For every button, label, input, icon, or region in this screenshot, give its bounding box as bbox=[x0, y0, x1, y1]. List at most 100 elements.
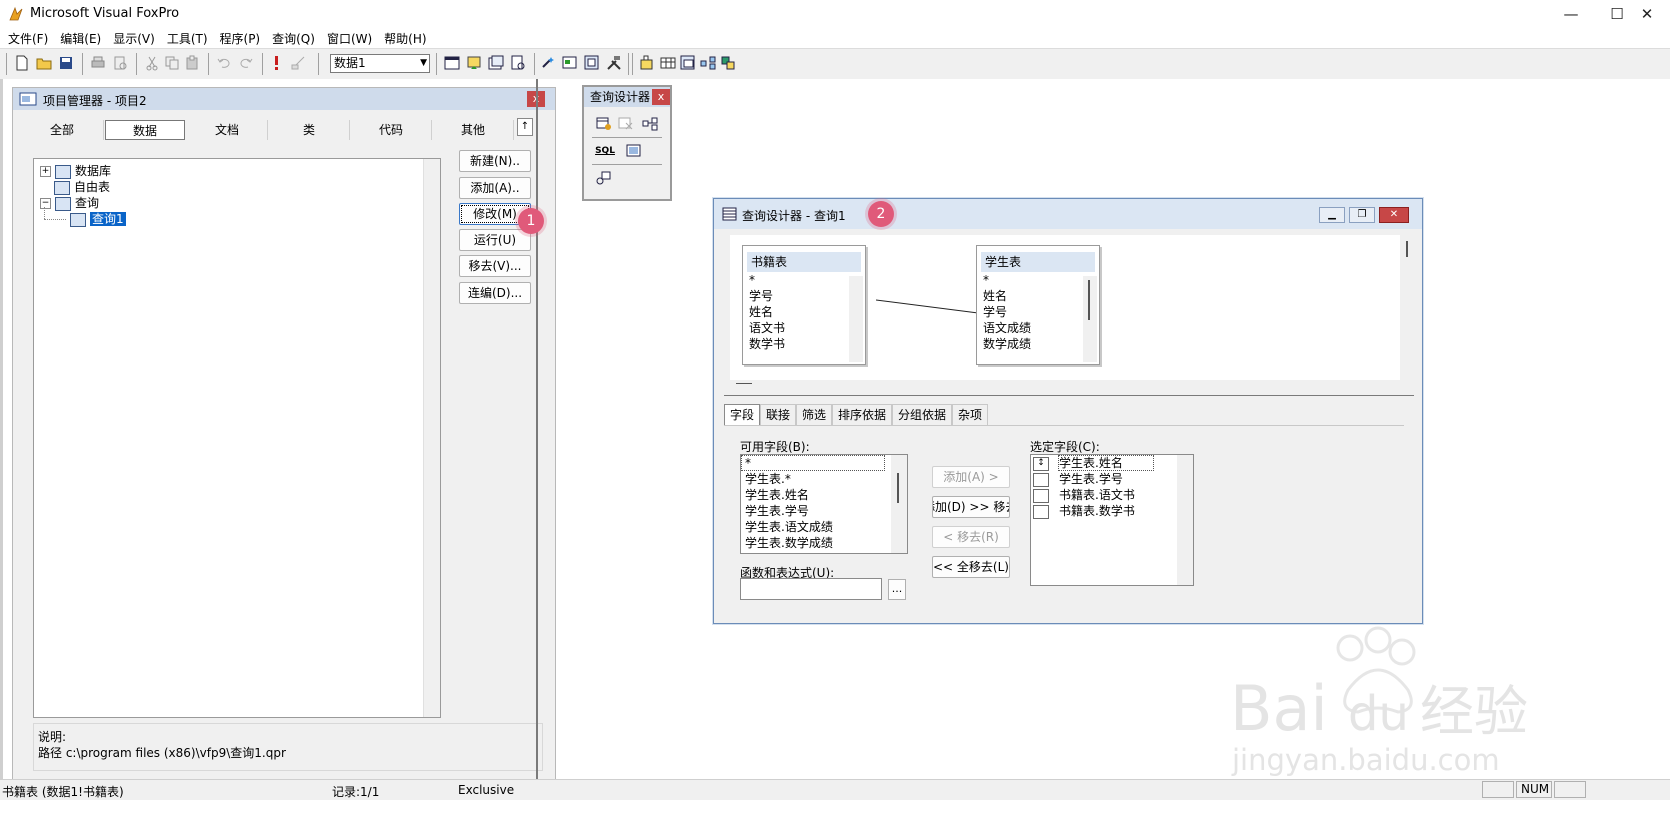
add-table-toolbar-icon[interactable] bbox=[640, 55, 656, 71]
run-icon[interactable] bbox=[268, 55, 284, 71]
expand-icon[interactable]: + bbox=[40, 166, 51, 177]
tab-other[interactable]: 其他 bbox=[433, 120, 514, 140]
tab-join[interactable]: 联接 bbox=[760, 404, 797, 425]
table-scrollbar[interactable] bbox=[1083, 276, 1097, 362]
print-icon[interactable] bbox=[90, 55, 106, 71]
remove-table-icon[interactable] bbox=[618, 117, 634, 131]
move-handle-icon[interactable]: ↕ bbox=[1033, 456, 1049, 471]
show-sql-icon[interactable]: SQL bbox=[594, 144, 616, 158]
list-scrollbar[interactable] bbox=[1177, 455, 1193, 585]
relations-icon[interactable] bbox=[700, 55, 716, 71]
toolbox-icon[interactable] bbox=[606, 55, 622, 71]
table-grid-icon[interactable] bbox=[660, 55, 676, 71]
remove-button[interactable]: 移去(V)... bbox=[459, 255, 531, 277]
command-window-icon[interactable] bbox=[444, 55, 460, 71]
undo-icon[interactable] bbox=[216, 55, 232, 71]
minimize-icon[interactable]: ▁ bbox=[1319, 207, 1345, 223]
expression-input[interactable] bbox=[740, 578, 882, 600]
tree-scrollbar[interactable] bbox=[423, 159, 440, 717]
list-item[interactable]: 学生表.学号 bbox=[741, 503, 907, 519]
close-icon[interactable]: ✕ bbox=[1624, 0, 1670, 28]
tab-code[interactable]: 代码 bbox=[351, 120, 432, 140]
tab-order-by[interactable]: 排序依据 bbox=[832, 404, 893, 425]
database-connect-icon[interactable] bbox=[720, 55, 736, 71]
menu-program[interactable]: 程序(P) bbox=[214, 28, 267, 49]
list-item[interactable]: * bbox=[741, 455, 885, 471]
selected-fields-list[interactable]: ↕ 学生表.姓名 学生表.学号 书籍表.语文书 书籍表.数学书 bbox=[1030, 454, 1194, 586]
table-box-books[interactable]: 书籍表 * 学号 姓名 语文书 数学书 bbox=[742, 245, 866, 365]
tab-data[interactable]: 数据 bbox=[105, 120, 185, 140]
table-header[interactable]: 学生表 bbox=[981, 252, 1095, 272]
menu-window[interactable]: 窗口(W) bbox=[321, 28, 378, 49]
properties-icon[interactable] bbox=[488, 55, 504, 71]
table-field[interactable]: 数学成绩 bbox=[977, 336, 1099, 352]
table-scrollbar[interactable] bbox=[849, 276, 863, 362]
remove-field-button[interactable]: < 移去(R) bbox=[932, 526, 1010, 548]
add-table-icon[interactable] bbox=[596, 117, 612, 131]
tree-item-queries[interactable]: − 查询 bbox=[40, 195, 99, 211]
list-item[interactable]: 书籍表.数学书 bbox=[1031, 503, 1193, 519]
collapse-arrow-icon[interactable]: ↑ bbox=[517, 118, 533, 136]
move-handle-icon[interactable] bbox=[1033, 488, 1049, 503]
splitter-handle[interactable] bbox=[736, 383, 752, 384]
form-wizard-icon[interactable] bbox=[540, 55, 556, 71]
code-window-icon[interactable] bbox=[510, 55, 526, 71]
close-icon[interactable]: ✕ bbox=[1379, 207, 1409, 223]
list-item[interactable]: ↕ 学生表.姓名 bbox=[1031, 455, 1193, 471]
query-destination-icon[interactable] bbox=[596, 171, 612, 185]
query-designer-titlebar[interactable]: 查询设计器 - 查询1 ▁ ❐ ✕ bbox=[714, 199, 1422, 229]
list-item[interactable]: 学生表.语文成绩 bbox=[741, 519, 907, 535]
data-session-icon[interactable] bbox=[466, 55, 482, 71]
list-item[interactable]: 学生表.* bbox=[741, 471, 907, 487]
menu-file[interactable]: 文件(F) bbox=[2, 28, 54, 49]
paste-icon[interactable] bbox=[184, 55, 200, 71]
table-field[interactable]: 语文书 bbox=[743, 320, 865, 336]
list-item[interactable]: 学生表.学号 bbox=[1031, 471, 1193, 487]
add-button[interactable]: 添加(A).. bbox=[459, 177, 531, 199]
new-button[interactable]: 新建(N).. bbox=[459, 150, 531, 172]
tree-item-free-tables[interactable]: 自由表 bbox=[54, 179, 110, 195]
menu-help[interactable]: 帮助(H) bbox=[378, 28, 432, 49]
open-folder-icon[interactable] bbox=[36, 55, 52, 71]
tab-classes[interactable]: 类 bbox=[269, 120, 350, 140]
menu-tools[interactable]: 工具(T) bbox=[161, 28, 214, 49]
form-designer-icon[interactable] bbox=[584, 55, 600, 71]
table-header[interactable]: 书籍表 bbox=[747, 252, 861, 272]
table-field[interactable]: 学号 bbox=[977, 304, 1099, 320]
new-file-icon[interactable] bbox=[14, 55, 30, 71]
table-field[interactable]: 语文成绩 bbox=[977, 320, 1099, 336]
project-manager-titlebar[interactable]: 项目管理器 - 项目2 x bbox=[13, 88, 555, 110]
table-field[interactable]: * bbox=[743, 272, 865, 288]
maximize-table-view-icon[interactable] bbox=[626, 144, 642, 158]
close-icon[interactable]: x bbox=[652, 89, 670, 105]
build-button[interactable]: 连编(D)... bbox=[459, 282, 531, 304]
table-field[interactable]: 姓名 bbox=[977, 288, 1099, 304]
table-field[interactable]: 姓名 bbox=[743, 304, 865, 320]
copy-icon[interactable] bbox=[164, 55, 180, 71]
remove-all-fields-button[interactable]: << 全移去(L) bbox=[932, 556, 1010, 578]
minimize-icon[interactable]: — bbox=[1548, 0, 1594, 28]
list-scrollbar[interactable] bbox=[891, 455, 907, 553]
add-all-fields-button[interactable]: 添加(D) >> 移去 bbox=[932, 496, 1010, 518]
table-field[interactable]: 数学书 bbox=[743, 336, 865, 352]
move-handle-icon[interactable] bbox=[1033, 504, 1049, 519]
menu-edit[interactable]: 编辑(E) bbox=[54, 28, 107, 49]
tab-filter[interactable]: 筛选 bbox=[796, 404, 833, 425]
modify-form-icon[interactable] bbox=[290, 55, 306, 71]
browse-window-icon[interactable] bbox=[680, 55, 696, 71]
list-item[interactable]: 学生表.数学成绩 bbox=[741, 535, 907, 551]
add-join-icon[interactable] bbox=[642, 117, 658, 131]
restore-icon[interactable]: ❐ bbox=[1349, 207, 1375, 223]
cut-icon[interactable] bbox=[144, 55, 160, 71]
table-field[interactable]: 学号 bbox=[743, 288, 865, 304]
expression-builder-button[interactable]: ... bbox=[888, 579, 906, 600]
tree-item-query1[interactable]: 查询1 bbox=[70, 211, 126, 227]
menu-query[interactable]: 查询(Q) bbox=[266, 28, 321, 49]
table-view-pane[interactable]: 书籍表 * 学号 姓名 语文书 数学书 学生表 * 姓名 学号 语文成绩 数学成… bbox=[730, 235, 1400, 380]
tab-fields[interactable]: 字段 bbox=[724, 404, 761, 425]
move-handle-icon[interactable] bbox=[1033, 472, 1049, 487]
join-line[interactable] bbox=[876, 298, 986, 316]
tab-group-by[interactable]: 分组依据 bbox=[892, 404, 953, 425]
menu-view[interactable]: 显示(V) bbox=[107, 28, 161, 49]
project-tree[interactable]: + 数据库 自由表 − 查询 查询1 bbox=[33, 158, 441, 718]
